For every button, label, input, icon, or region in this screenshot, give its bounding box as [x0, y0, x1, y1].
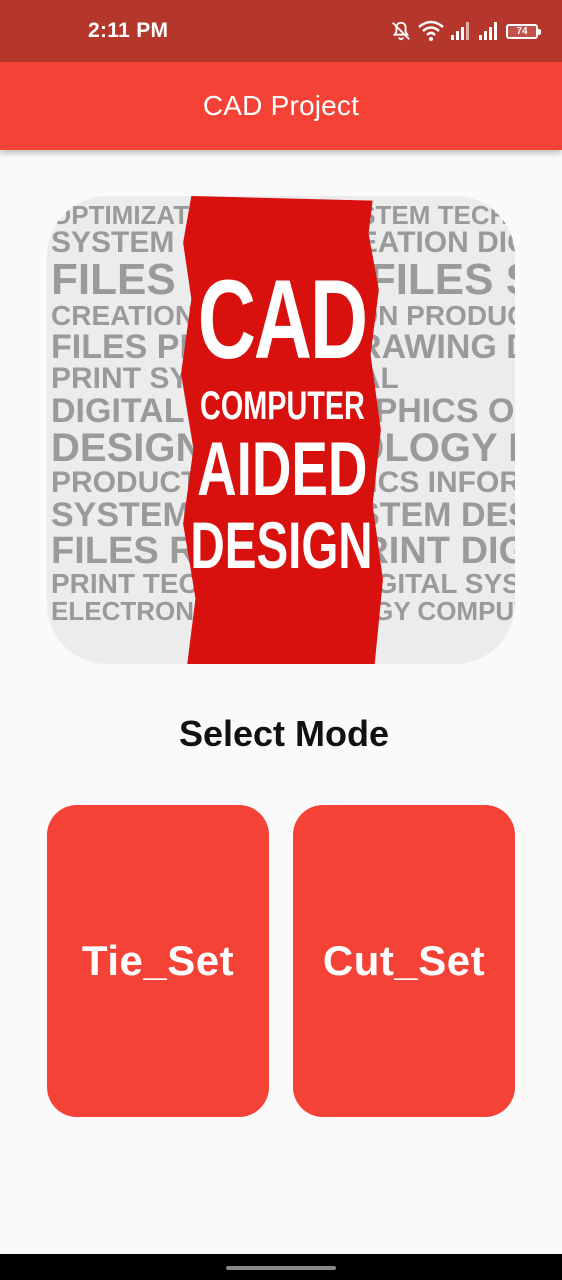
cad-banner-image: OPTIMIZATION FILES SYSTEM TECHNOLOGY SYS…: [47, 196, 515, 664]
status-bar: 2:11 PM 74: [0, 0, 562, 62]
signal-icon: [451, 22, 469, 40]
navigation-bar: [0, 1254, 562, 1280]
app-title: CAD Project: [202, 90, 360, 121]
status-icons: 74: [390, 18, 541, 44]
status-time: 2:11 PM: [88, 19, 169, 42]
banner-cad: CAD: [197, 257, 368, 382]
cut-set-label: Cut_Set: [322, 937, 486, 984]
battery-icon: 74: [506, 23, 541, 39]
battery-level: 74: [516, 25, 528, 37]
notifications-off-icon: [392, 21, 410, 41]
select-mode-heading: Select Mode: [178, 713, 390, 754]
banner-text: CAD COMPUTER AIDED DESIGN: [179, 196, 385, 664]
banner-computer: COMPUTER: [199, 384, 365, 428]
banner-design: DESIGN: [190, 508, 374, 582]
tie-set-button[interactable]: Tie_Set: [47, 805, 269, 1117]
app-bar: CAD Project: [0, 62, 562, 150]
wifi-icon: [418, 20, 444, 41]
home-gesture-handle[interactable]: [226, 1266, 336, 1270]
tie-set-label: Tie_Set: [81, 937, 235, 984]
cut-set-button[interactable]: Cut_Set: [293, 805, 515, 1117]
signal-icon: [479, 22, 497, 40]
banner-aided: AIDED: [196, 427, 368, 512]
